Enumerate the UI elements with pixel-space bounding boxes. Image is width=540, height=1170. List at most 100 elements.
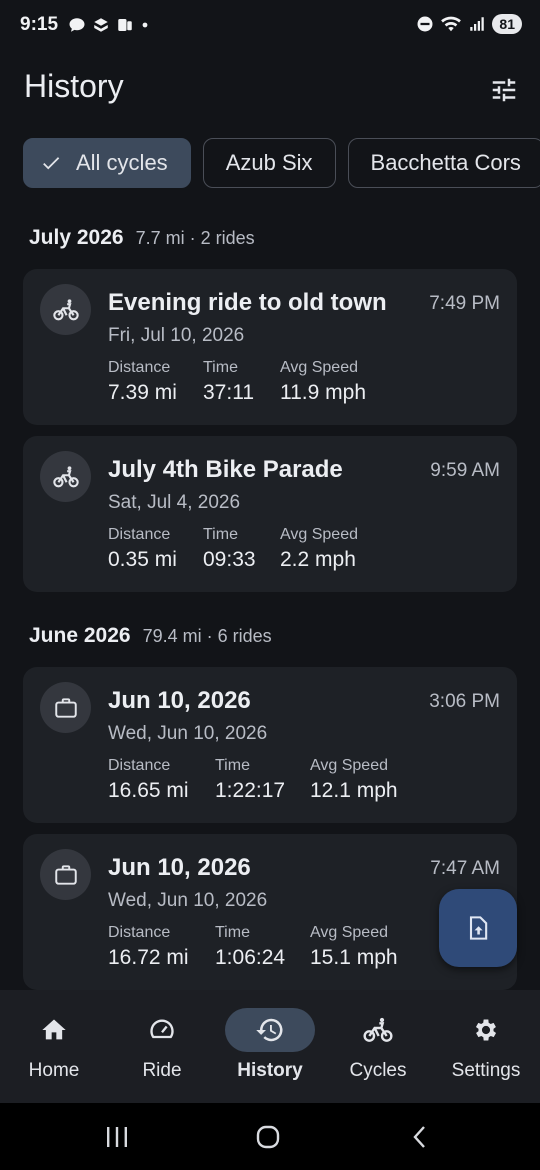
ride-history-list[interactable]: July 2026 7.7 mi · 2 rides Evening ride … [0,210,540,990]
export-fab-button[interactable] [439,889,517,967]
time-stat: Time 1:06:24 [215,924,285,970]
wifi-icon [441,16,462,32]
time-stat: Time 37:11 [203,359,254,405]
stat-value: 09:33 [203,548,256,571]
stat-value: 1:06:24 [215,946,286,969]
chip-azub-six[interactable]: Azub Six [202,138,336,188]
ride-card[interactable]: Jun 10, 2026 3:06 PM Wed, Jun 10, 2026 D… [23,667,517,823]
stat-value: 2.2 mph [280,548,356,571]
history-icon [256,1018,283,1042]
ride-time: 7:49 PM [429,293,500,314]
stat-label: Avg Speed [310,757,388,774]
distance-stat: Distance 0.35 mi [108,526,177,572]
filter-button[interactable] [486,72,522,108]
signal-icon [470,17,485,31]
nav-settings[interactable]: Settings [432,990,540,1103]
ride-date: Wed, Jun 10, 2026 [108,723,268,744]
history-screen: 9:15 81 History All cycles Azub Six Bacc… [0,0,540,1170]
distance-stat: Distance 16.65 mi [108,757,189,803]
notification-icons [68,16,150,34]
speedometer-icon [150,1019,174,1039]
do-not-disturb-icon [417,16,433,32]
ride-date: Fri, Jul 10, 2026 [108,325,245,346]
section-summary: 79.4 mi · 6 rides [142,626,272,646]
ride-title: July 4th Bike Parade [108,456,343,483]
nav-home[interactable]: Home [0,990,108,1103]
nav-indicator [441,1008,531,1052]
home-icon [42,1019,66,1040]
ride-card[interactable]: Evening ride to old town 7:49 PM Fri, Ju… [23,269,517,425]
app-icon [94,18,108,32]
bicycle-icon [40,284,91,335]
distance-stat: Distance 7.39 mi [108,359,177,405]
briefcase-icon [40,682,91,733]
recents-button[interactable] [97,1121,137,1153]
time-stat: Time 1:22:17 [215,757,285,803]
stat-label: Distance [108,757,171,774]
stat-label: Time [203,359,238,376]
speed-stat: Avg Speed 11.9 mph [280,359,366,405]
section-summary: 7.7 mi · 2 rides [135,228,255,248]
month-section-header: July 2026 7.7 mi · 2 rides [29,226,255,250]
back-icon [413,1126,425,1148]
stat-value: 16.72 mi [108,946,189,969]
stat-value: 1:22:17 [215,779,286,802]
stat-label: Distance [108,359,171,376]
nav-history[interactable]: History [216,990,324,1103]
nav-label: Settings [451,1060,521,1081]
stat-label: Distance [108,526,171,543]
ride-date: Wed, Jun 10, 2026 [108,890,268,911]
chip-all-cycles[interactable]: All cycles [23,138,191,188]
check-icon [40,152,62,174]
nav-indicator [333,1008,423,1052]
stat-label: Avg Speed [310,924,388,941]
stat-label: Time [215,757,250,774]
stat-label: Time [215,924,250,941]
stat-label: Distance [108,924,171,941]
stat-label: Avg Speed [280,359,358,376]
nav-ride[interactable]: Ride [108,990,216,1103]
system-navigation-bar [0,1103,540,1170]
tune-icon [492,78,516,102]
stat-value: 11.9 mph [280,381,366,404]
stat-value: 7.39 mi [108,381,177,404]
speed-stat: Avg Speed 2.2 mph [280,526,358,572]
home-circle-icon [256,1125,280,1149]
file-upload-icon [469,916,488,940]
nav-label: Cycles [349,1060,407,1081]
month-section-header: June 2026 79.4 mi · 6 rides [29,624,272,648]
back-button[interactable] [400,1121,440,1153]
cycle-filter-chips: All cycles Azub Six Bacchetta Cors [23,138,540,190]
bicycle-icon [363,1017,393,1042]
nav-indicator [117,1008,207,1052]
chat-bubble-icon [69,18,85,32]
recents-icon [107,1127,127,1147]
time-stat: Time 09:33 [203,526,256,572]
status-time: 9:15 [20,14,59,35]
dot-icon [142,22,148,28]
nav-cycles[interactable]: Cycles [324,990,432,1103]
ride-card[interactable]: July 4th Bike Parade 9:59 AM Sat, Jul 4,… [23,436,517,592]
ride-title: Jun 10, 2026 [108,854,251,881]
stat-value: 16.65 mi [108,779,189,802]
page-title: History [24,68,124,104]
nav-label: Ride [142,1060,182,1081]
section-month: July 2026 [29,226,124,249]
gear-icon [475,1019,497,1041]
nav-label: History [237,1060,303,1081]
home-button[interactable] [248,1121,288,1153]
system-status-icons: 81 [416,14,522,34]
speed-stat: Avg Speed 15.1 mph [310,924,398,970]
stat-label: Avg Speed [280,526,358,543]
chip-label: Bacchetta Cors [370,150,521,175]
chip-bacchetta-corsa[interactable]: Bacchetta Cors [347,138,540,188]
ride-title: Jun 10, 2026 [108,687,251,714]
chip-label: Azub Six [225,150,313,175]
distance-stat: Distance 16.72 mi [108,924,189,970]
status-bar: 9:15 81 [0,0,540,52]
nav-indicator [225,1008,315,1052]
bottom-navigation: Home Ride History Cycles Settings [0,990,540,1103]
ride-time: 9:59 AM [430,460,500,481]
ride-title: Evening ride to old town [108,289,387,316]
nav-indicator [9,1008,99,1052]
